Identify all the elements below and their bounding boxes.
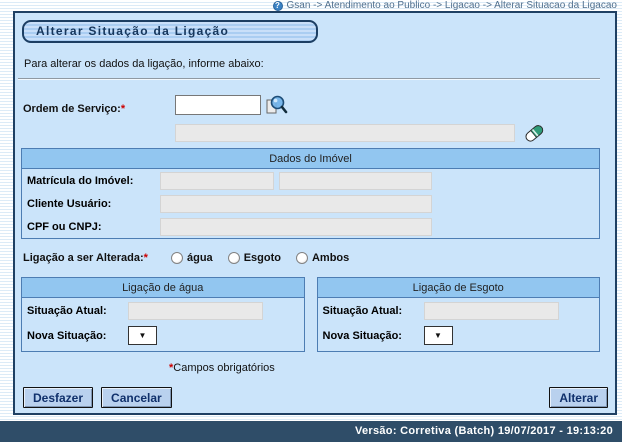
dados-imovel-header: Dados do Imóvel — [22, 149, 599, 169]
agua-situacao-atual-field — [128, 302, 263, 320]
cliente-usuario-field — [160, 195, 432, 213]
esgoto-situacao-atual-field — [423, 302, 559, 320]
ordem-servico-label-text: Ordem de Serviço: — [23, 103, 121, 115]
page-title: Alterar Situação da Ligação — [22, 20, 318, 43]
ordem-servico-label: Ordem de Serviço:* — [23, 103, 175, 117]
ligacao-agua-panel: Ligação de água Situação Atual: Nova Sit… — [21, 277, 305, 352]
radio-esgoto[interactable] — [227, 252, 240, 264]
ligacao-alterada-label-text: Ligação a ser Alterada: — [23, 252, 144, 264]
ordem-servico-description-row — [23, 122, 615, 144]
alterar-button[interactable]: Alterar — [549, 387, 608, 408]
matricula-label: Matrícula do Imóvel: — [27, 175, 134, 187]
ordem-servico-input[interactable] — [175, 95, 261, 115]
esgoto-situacao-atual-label: Situação Atual: — [322, 305, 403, 317]
ligacao-panels: Ligação de água Situação Atual: Nova Sit… — [21, 277, 600, 352]
esgoto-situacao-atual-row: Situação Atual: — [318, 298, 600, 322]
version-footer: Versão: Corretiva (Batch) 19/07/2017 - 1… — [0, 421, 622, 442]
agua-situacao-atual-row: Situação Atual: — [22, 298, 304, 322]
divider — [18, 78, 600, 80]
chevron-down-icon: ▼ — [434, 331, 442, 340]
required-asterisk: * — [143, 252, 148, 264]
ligacao-alterada-row: Ligação a ser Alterada:* água Esgoto Amb… — [23, 252, 615, 264]
dados-imovel-section: Dados do Imóvel Matrícula do Imóvel: Cli… — [21, 148, 600, 239]
esgoto-nova-situacao-select[interactable]: ▼ — [423, 326, 453, 345]
required-note-text: Campos obrigatórios — [173, 362, 275, 374]
desfazer-button[interactable]: Desfazer — [23, 387, 94, 408]
matricula-field-2 — [279, 172, 432, 190]
matricula-row: Matrícula do Imóvel: — [22, 169, 599, 192]
cancelar-button[interactable]: Cancelar — [101, 387, 172, 408]
ligacao-alterada-label: Ligação a ser Alterada:* — [23, 252, 171, 264]
version-text: Versão: Corretiva (Batch) 19/07/2017 - 1… — [354, 425, 613, 437]
eraser-icon[interactable] — [522, 122, 546, 144]
ligacao-esgoto-panel: Ligação de Esgoto Situação Atual: Nova S… — [316, 277, 600, 352]
ordem-servico-description-field — [175, 124, 515, 142]
cliente-usuario-label: Cliente Usuário: — [27, 198, 112, 210]
search-magnifier-icon[interactable] — [264, 93, 288, 117]
radio-ambos[interactable] — [295, 252, 308, 264]
cpf-cnpj-row: CPF ou CNPJ: — [22, 215, 599, 238]
agua-nova-situacao-label: Nova Situação: — [27, 329, 107, 342]
help-icon[interactable]: ? — [272, 0, 283, 11]
required-fields-note: *Campos obrigatórios — [169, 362, 615, 374]
cliente-usuario-row: Cliente Usuário: — [22, 192, 599, 215]
radio-agua-label[interactable]: água — [187, 252, 213, 264]
required-asterisk: * — [120, 103, 126, 115]
agua-nova-situacao-select[interactable]: ▼ — [128, 326, 157, 345]
breadcrumb-path: Gsan -> Atendimento ao Publico -> Ligaca… — [286, 0, 618, 11]
intro-text: Para alterar os dados da ligação, inform… — [24, 58, 264, 70]
radio-agua[interactable] — [171, 252, 183, 264]
radio-esgoto-label[interactable]: Esgoto — [244, 252, 281, 264]
matricula-field-1 — [160, 172, 274, 190]
agua-situacao-atual-label: Situação Atual: — [27, 305, 107, 317]
esgoto-nova-situacao-label: Nova Situação: — [322, 329, 402, 342]
agua-nova-situacao-row: Nova Situação: ▼ — [22, 322, 304, 347]
esgoto-nova-situacao-row: Nova Situação: ▼ — [318, 322, 600, 347]
cpf-cnpj-label: CPF ou CNPJ: — [27, 221, 102, 233]
radio-ambos-label[interactable]: Ambos — [312, 252, 349, 264]
ligacao-agua-header: Ligação de água — [22, 278, 304, 298]
cpf-cnpj-field — [160, 218, 432, 236]
main-window: Alterar Situação da Ligação Para alterar… — [13, 11, 617, 415]
button-bar: Desfazer Cancelar Alterar — [23, 387, 608, 408]
breadcrumb: ? Gsan -> Atendimento ao Publico -> Liga… — [0, 0, 617, 11]
ordem-servico-row: Ordem de Serviço:* — [23, 93, 615, 117]
chevron-down-icon: ▼ — [138, 331, 147, 340]
ligacao-esgoto-header: Ligação de Esgoto — [317, 278, 599, 298]
